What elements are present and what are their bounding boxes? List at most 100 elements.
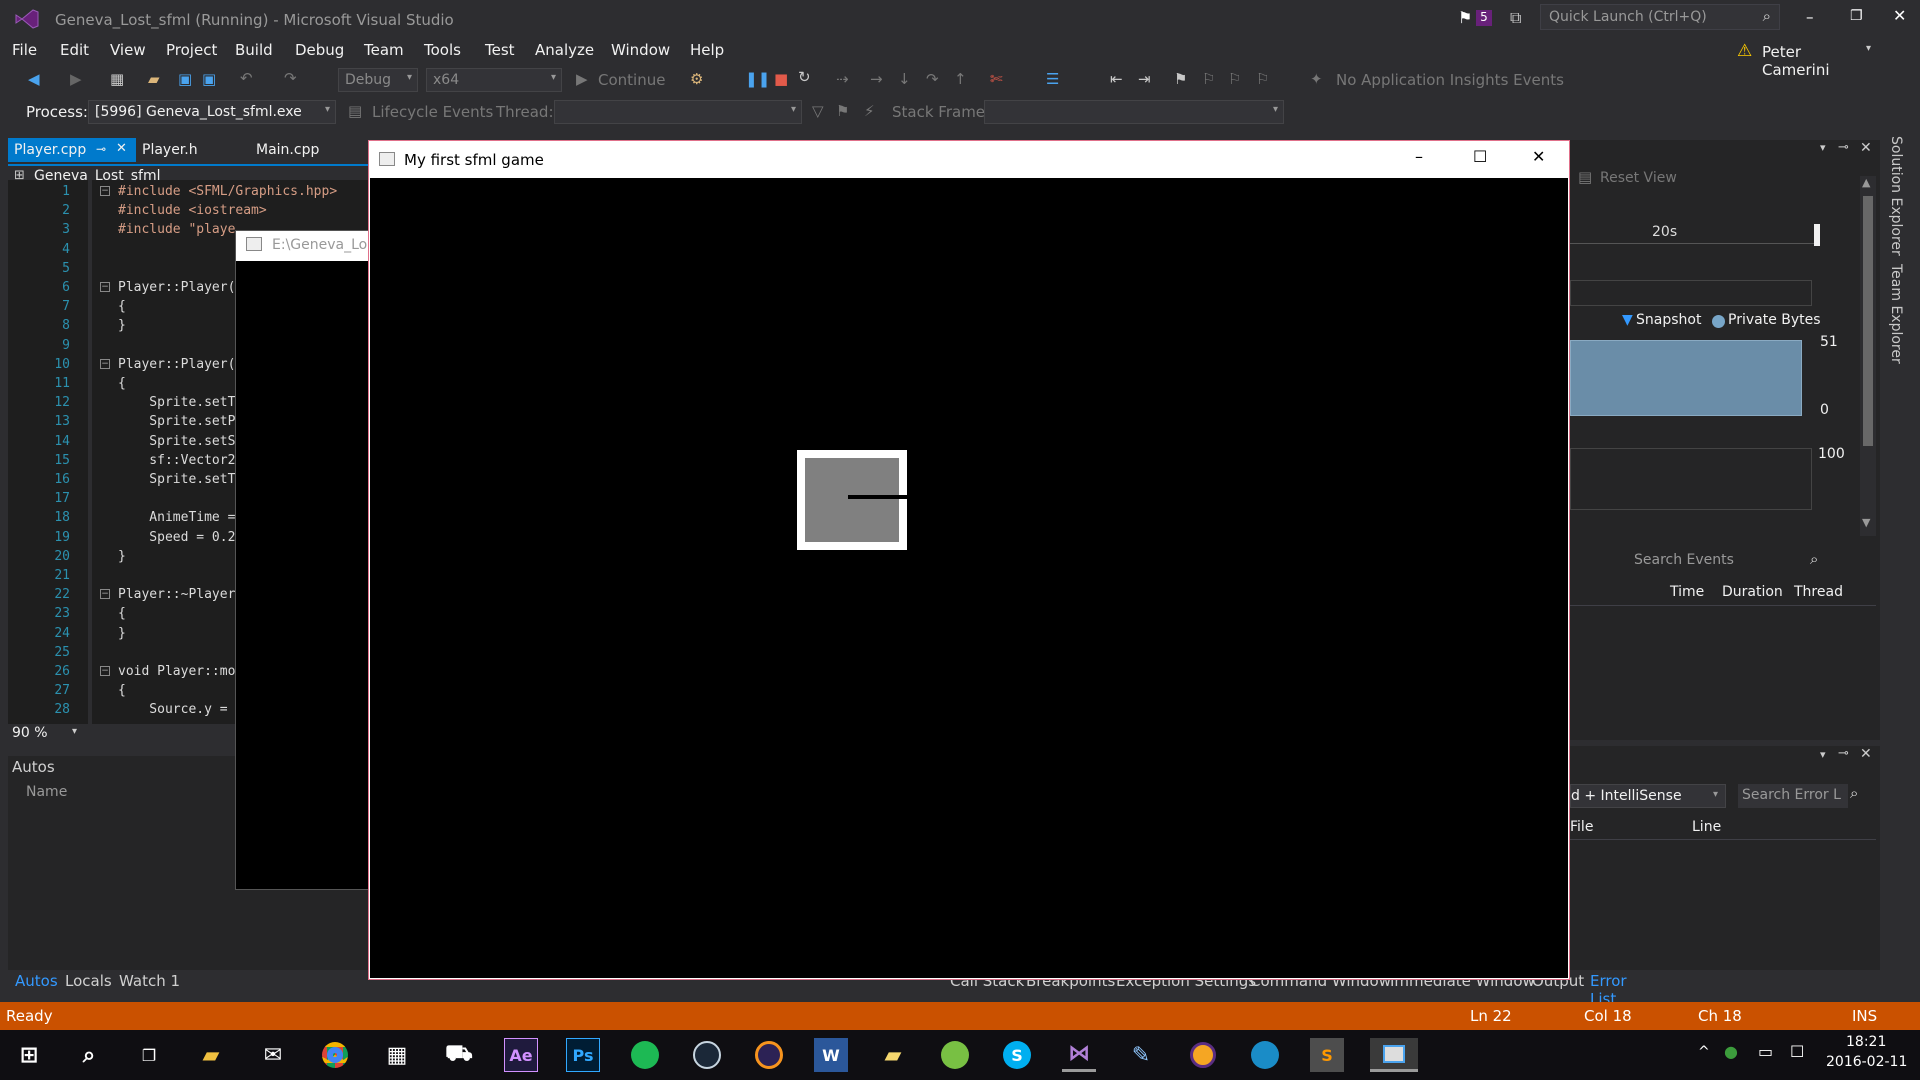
game-canvas[interactable] <box>370 178 1568 978</box>
stack-frame-dropdown[interactable]: ▾ <box>984 100 1284 124</box>
code-line[interactable]: Sprite.setTe <box>118 472 243 487</box>
scroll-down-icon[interactable]: ▼ <box>1862 516 1870 529</box>
pin-icon[interactable]: ⊸ <box>96 142 106 156</box>
code-line[interactable]: } <box>118 626 126 641</box>
menu-build[interactable]: Build <box>235 41 273 59</box>
code-line[interactable]: #include "playe <box>118 222 235 237</box>
menu-tools[interactable]: Tools <box>424 41 461 59</box>
clock-time[interactable]: 18:21 <box>1846 1034 1886 1050</box>
collapse-icon[interactable]: − <box>100 282 110 292</box>
indent-icon[interactable]: ⇥ <box>1138 70 1151 88</box>
menu-project[interactable]: Project <box>166 41 217 59</box>
col-name-header[interactable]: Name <box>26 784 67 800</box>
code-line[interactable]: { <box>118 376 126 391</box>
code-line[interactable]: #include <SFML/Graphics.hpp> <box>118 184 337 199</box>
process-icon[interactable]: ⚙ <box>690 70 703 88</box>
console-titlebar[interactable]: E:\Geneva_Lost <box>236 231 380 261</box>
after-effects-icon[interactable]: Ae <box>504 1038 538 1072</box>
continue-button[interactable]: Continue <box>598 71 665 89</box>
pause-icon[interactable]: ❚❚ <box>745 70 770 88</box>
paint-icon[interactable]: ✎ <box>1124 1038 1158 1072</box>
sublime-icon[interactable]: S <box>1310 1038 1344 1072</box>
stack-icon[interactable]: ⚡ <box>864 102 875 120</box>
pin-icon[interactable]: ⊸ <box>1838 140 1849 155</box>
close-icon[interactable]: ✕ <box>1860 746 1872 762</box>
menu-file[interactable]: File <box>12 41 37 59</box>
flag-threads-icon[interactable]: ⚑ <box>836 102 849 120</box>
tab-player-cpp[interactable]: Player.cpp ⊸ ✕ <box>8 138 136 162</box>
collapse-icon[interactable]: − <box>100 666 110 676</box>
close-button[interactable]: ✕ <box>1532 147 1545 166</box>
eclipse-icon[interactable] <box>752 1038 786 1072</box>
timeline-handle[interactable] <box>1814 224 1820 246</box>
tab-watch-1[interactable]: Watch 1 <box>119 972 180 990</box>
close-icon[interactable]: ✕ <box>1860 140 1872 156</box>
forward-icon[interactable]: ▶ <box>70 70 82 88</box>
redo-icon[interactable]: ↷ <box>284 69 297 87</box>
zoom-dropdown[interactable]: 90 % ▾ <box>8 724 84 744</box>
spotify-icon[interactable] <box>628 1038 662 1072</box>
col-line-header[interactable]: Line <box>1692 819 1721 835</box>
code-line[interactable]: Sprite.setSc <box>118 434 243 449</box>
code-line[interactable]: AnimeTime = <box>118 510 235 525</box>
tray-chevron-up-icon[interactable]: ^ <box>1698 1044 1710 1060</box>
code-line[interactable]: } <box>118 318 126 333</box>
code-line[interactable]: Player::Player(s <box>118 357 243 372</box>
search-events-input[interactable]: Search Events ⌕ <box>1630 550 1850 572</box>
code-line[interactable]: #include <iostream> <box>118 203 267 218</box>
tab-main-cpp[interactable]: Main.cpp <box>250 138 360 162</box>
build-filter-dropdown[interactable]: d + IntelliSense ▾ <box>1570 784 1726 808</box>
code-line[interactable]: Player::Player( <box>118 280 235 295</box>
notification-count[interactable]: 5 <box>1476 10 1492 26</box>
scroll-thumb[interactable] <box>1863 196 1873 446</box>
undo-icon[interactable]: ↶ <box>240 69 253 87</box>
mail-icon[interactable]: ✉ <box>256 1038 290 1072</box>
quick-launch-input[interactable]: Quick Launch (Ctrl+Q) ⌕ <box>1540 4 1780 30</box>
user-chevron-down-icon[interactable]: ▾ <box>1866 43 1871 54</box>
word-icon[interactable]: W <box>814 1038 848 1072</box>
col-duration-header[interactable]: Duration <box>1722 584 1783 600</box>
scrollbar[interactable]: ▲ ▼ <box>1860 176 1876 536</box>
game-app-icon[interactable] <box>1186 1038 1220 1072</box>
maximize-button[interactable]: ☐ <box>1473 147 1487 166</box>
memory-graph[interactable] <box>1570 340 1802 416</box>
close-button[interactable]: ✕ <box>1893 6 1906 25</box>
photoshop-icon[interactable]: Ps <box>566 1038 600 1072</box>
open-icon[interactable]: ▰ <box>148 70 160 88</box>
code-line[interactable]: Sprite.setTe <box>118 395 243 410</box>
tray-app-icon[interactable]: ● <box>1724 1042 1738 1061</box>
code-line[interactable]: { <box>118 299 126 314</box>
panel-menu-icon[interactable]: ▾ <box>1820 141 1826 154</box>
collapse-icon[interactable]: − <box>100 186 110 196</box>
reset-view-button[interactable]: Reset View <box>1600 170 1677 186</box>
scroll-up-icon[interactable]: ▲ <box>1862 176 1870 189</box>
notification-flag-icon[interactable]: ⚑ <box>1458 8 1472 27</box>
timeline-ruler[interactable]: 20s <box>1570 222 1820 246</box>
next-bookmark-icon[interactable]: ⚐ <box>1228 70 1241 88</box>
file-explorer-icon[interactable]: ▰ <box>194 1038 228 1072</box>
process-dropdown[interactable]: [5996] Geneva_Lost_sfml.exe ▾ <box>88 100 336 124</box>
code-line[interactable]: { <box>118 683 126 698</box>
tab-player-h[interactable]: Player.h <box>136 138 246 162</box>
store-icon[interactable]: ⛟ <box>442 1038 476 1072</box>
clear-bookmarks-icon[interactable]: ⚐ <box>1256 70 1269 88</box>
search-error-list-input[interactable]: Search Error L <box>1738 784 1848 808</box>
lifecycle-events-dropdown[interactable]: Lifecycle Events <box>372 103 493 121</box>
insights-icon[interactable]: ✦ <box>1310 70 1323 88</box>
thread-dropdown[interactable]: ▾ <box>554 100 802 124</box>
code-line[interactable]: Source.y = M <box>118 702 243 717</box>
utorrent-icon[interactable] <box>938 1038 972 1072</box>
bookmark-icon[interactable]: ⚑ <box>1174 70 1187 88</box>
skype-icon[interactable]: S <box>1000 1038 1034 1072</box>
panel-menu-icon[interactable]: ▾ <box>1820 748 1826 761</box>
code-line[interactable]: { <box>118 606 126 621</box>
insights-dropdown[interactable]: No Application Insights Events <box>1336 71 1564 89</box>
col-time-header[interactable]: Time <box>1670 584 1704 600</box>
save-all-icon[interactable]: ▣ <box>202 70 216 88</box>
menu-help[interactable]: Help <box>690 41 724 59</box>
menu-analyze[interactable]: Analyze <box>535 41 594 59</box>
sfml-game-window[interactable]: My first sfml game – ☐ ✕ <box>368 140 1570 980</box>
code-line[interactable]: sf::Vector2i <box>118 453 243 468</box>
back-icon[interactable]: ◀ <box>28 70 40 88</box>
action-center-icon[interactable]: ☐ <box>1790 1042 1804 1061</box>
